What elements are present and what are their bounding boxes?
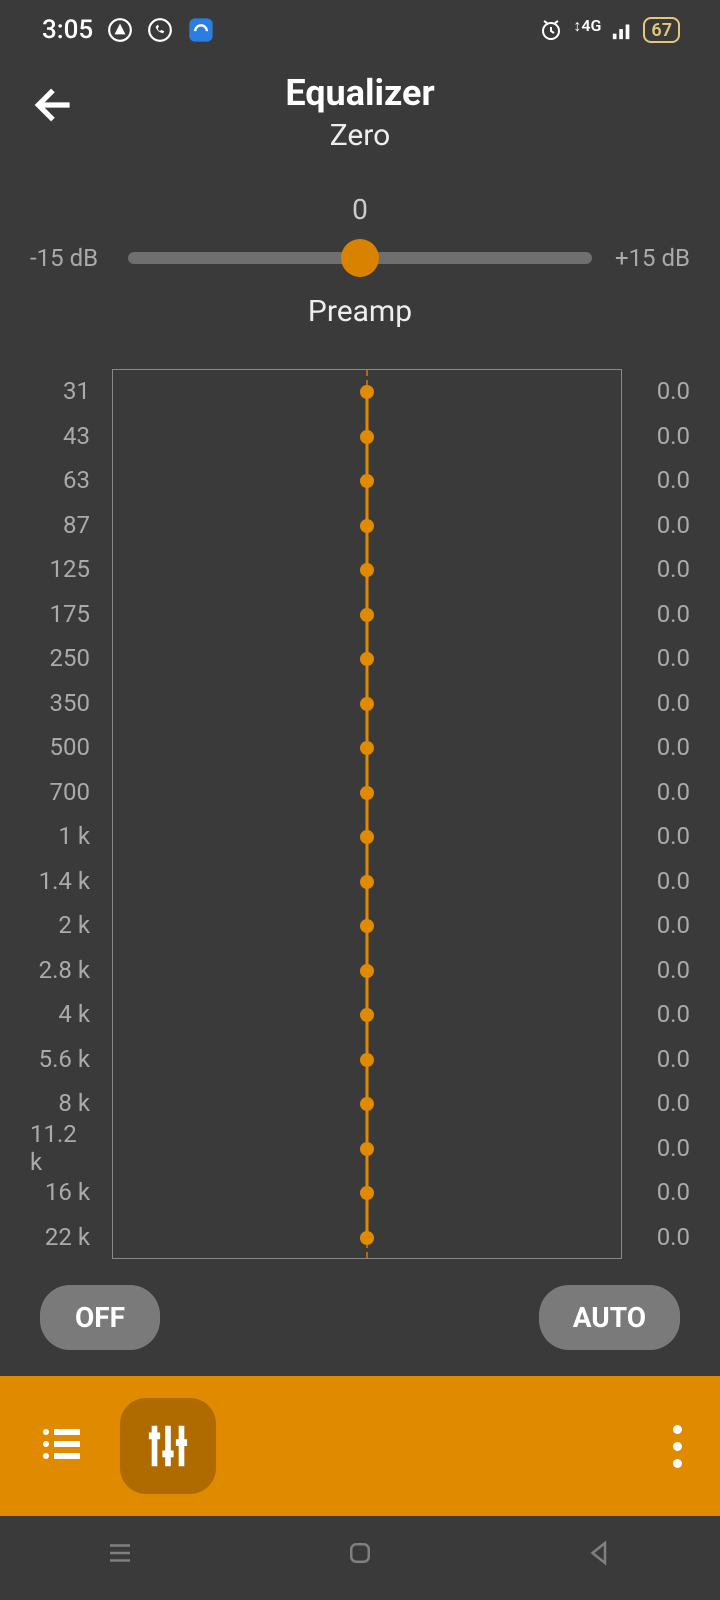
preamp-slider-thumb[interactable] (341, 239, 379, 277)
eq-band-dot[interactable] (360, 1231, 374, 1245)
band-value: 0.0 (634, 903, 690, 948)
preamp-slider[interactable] (128, 252, 592, 264)
eq-band-dot[interactable] (360, 1186, 374, 1200)
value-column: 0.00.00.00.00.00.00.00.00.00.00.00.00.00… (634, 369, 690, 1259)
status-time: 3:05 (42, 15, 93, 45)
band-value: 0.0 (634, 458, 690, 503)
preamp-min-label: -15 dB (30, 244, 110, 272)
eq-connect-line (366, 390, 369, 1240)
band-value: 0.0 (634, 859, 690, 904)
freq-column: 314363871251752503505007001 k1.4 k2 k2.8… (30, 369, 100, 1259)
status-right: ↕4G 67 (539, 17, 680, 43)
freq-label: 350 (30, 681, 100, 726)
band-value: 0.0 (634, 948, 690, 993)
signal-icon (611, 19, 633, 41)
band-value: 0.0 (634, 770, 690, 815)
freq-label: 1.4 k (30, 859, 100, 904)
band-value: 0.0 (634, 414, 690, 459)
eq-band-dot[interactable] (360, 563, 374, 577)
freq-label: 500 (30, 725, 100, 770)
freq-label: 4 k (30, 992, 100, 1037)
status-bar: 3:05 ↕4G 67 (0, 0, 720, 60)
bottom-buttons: OFF AUTO (0, 1259, 720, 1376)
band-value: 0.0 (634, 681, 690, 726)
eq-graph[interactable] (112, 369, 622, 1259)
eq-band-dot[interactable] (360, 474, 374, 488)
bottom-toolbar (0, 1376, 720, 1516)
network-label: ↕4G (573, 16, 601, 36)
eq-band-dot[interactable] (360, 875, 374, 889)
band-value: 0.0 (634, 1170, 690, 1215)
nav-back-icon[interactable] (585, 1538, 615, 1572)
freq-label: 700 (30, 770, 100, 815)
nav-recent-icon[interactable] (105, 1538, 135, 1572)
eq-band-dot[interactable] (360, 786, 374, 800)
band-value: 0.0 (634, 636, 690, 681)
back-button[interactable] (30, 80, 80, 134)
auto-button[interactable]: AUTO (539, 1285, 680, 1350)
more-menu-icon[interactable] (673, 1425, 682, 1468)
header: Equalizer Zero (0, 60, 720, 173)
freq-label: 175 (30, 592, 100, 637)
band-value: 0.0 (634, 592, 690, 637)
notif-icon-1 (107, 17, 133, 43)
band-value: 0.0 (634, 1215, 690, 1260)
band-value: 0.0 (634, 369, 690, 414)
freq-label: 11.2 k (30, 1126, 100, 1171)
preamp-label: Preamp (30, 294, 690, 329)
preamp-value: 0 (30, 193, 690, 226)
alarm-icon (539, 18, 563, 42)
page-title: Equalizer (30, 72, 690, 114)
eq-band-dot[interactable] (360, 697, 374, 711)
band-value: 0.0 (634, 1126, 690, 1171)
eq-band-dot[interactable] (360, 385, 374, 399)
freq-label: 5.6 k (30, 1037, 100, 1082)
band-value: 0.0 (634, 814, 690, 859)
off-button[interactable]: OFF (40, 1285, 160, 1350)
eq-band-dot[interactable] (360, 741, 374, 755)
freq-label: 2 k (30, 903, 100, 948)
nav-home-icon[interactable] (345, 1538, 375, 1572)
preamp-section: 0 -15 dB +15 dB Preamp (0, 173, 720, 359)
band-value: 0.0 (634, 725, 690, 770)
freq-label: 22 k (30, 1215, 100, 1260)
freq-label: 1 k (30, 814, 100, 859)
eq-band-dot[interactable] (360, 652, 374, 666)
freq-label: 31 (30, 369, 100, 414)
band-value: 0.0 (634, 547, 690, 592)
freq-label: 125 (30, 547, 100, 592)
whatsapp-icon (147, 17, 173, 43)
freq-label: 43 (30, 414, 100, 459)
freq-label: 63 (30, 458, 100, 503)
android-nav-bar (0, 1516, 720, 1594)
preamp-max-label: +15 dB (610, 244, 690, 272)
freq-label: 2.8 k (30, 948, 100, 993)
freq-label: 250 (30, 636, 100, 681)
eq-band-dot[interactable] (360, 1097, 374, 1111)
list-icon[interactable] (38, 1420, 86, 1472)
eq-area: 314363871251752503505007001 k1.4 k2 k2.8… (0, 359, 720, 1259)
eq-band-dot[interactable] (360, 430, 374, 444)
equalizer-tab[interactable] (120, 1398, 216, 1494)
eq-band-dot[interactable] (360, 608, 374, 622)
eq-band-dot[interactable] (360, 519, 374, 533)
eq-band-dot[interactable] (360, 830, 374, 844)
eq-band-dot[interactable] (360, 1053, 374, 1067)
eq-band-dot[interactable] (360, 964, 374, 978)
preset-name[interactable]: Zero (30, 118, 690, 153)
freq-label: 16 k (30, 1170, 100, 1215)
eq-band-dot[interactable] (360, 919, 374, 933)
band-value: 0.0 (634, 992, 690, 1037)
status-left: 3:05 (42, 15, 215, 45)
band-value: 0.0 (634, 1081, 690, 1126)
eq-band-dot[interactable] (360, 1142, 374, 1156)
app-icon (187, 16, 215, 44)
band-value: 0.0 (634, 1037, 690, 1082)
battery-indicator: 67 (643, 17, 680, 43)
eq-band-dot[interactable] (360, 1008, 374, 1022)
band-value: 0.0 (634, 503, 690, 548)
freq-label: 87 (30, 503, 100, 548)
